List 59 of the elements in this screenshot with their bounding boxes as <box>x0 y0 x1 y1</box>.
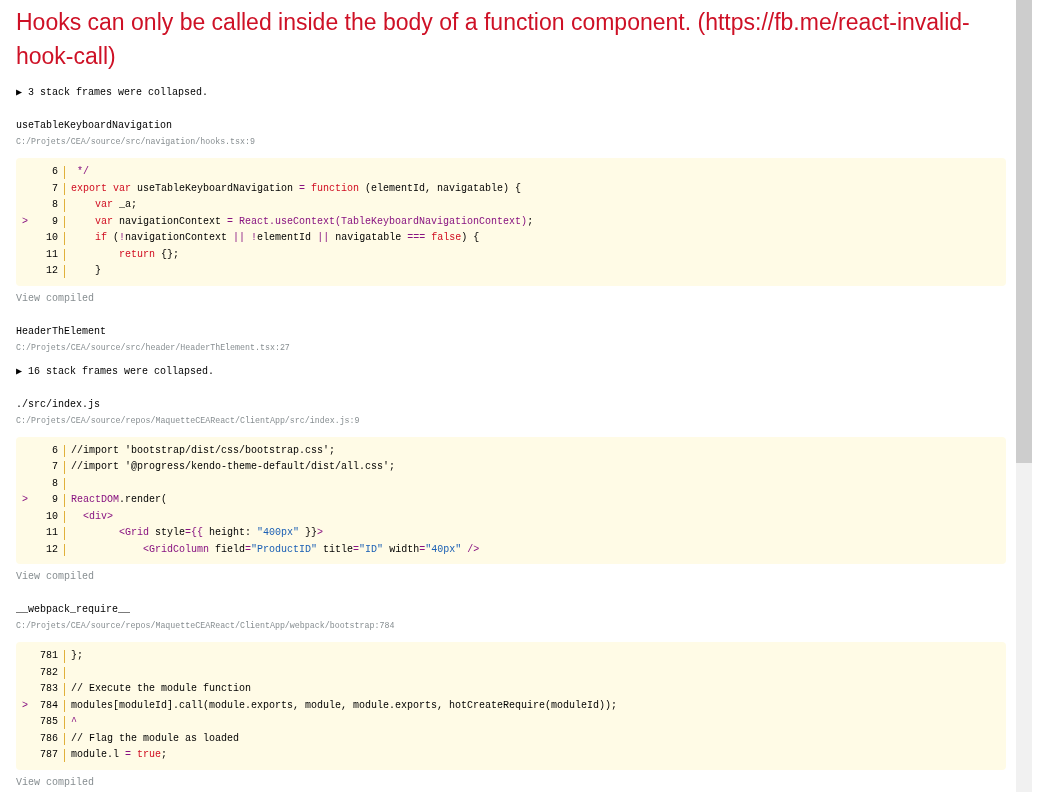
line-number: 6 <box>51 443 58 458</box>
code-line: // Execute the module function <box>71 682 252 696</box>
code-line: export var useTableKeyboardNavigation = function (elementId, navigatable) { <box>71 181 522 196</box>
code-line: if (!navigationContext || !elementId || navigatable === false) { <box>94 231 480 245</box>
line-marker: > <box>21 493 29 507</box>
line-number: 10 <box>45 231 58 245</box>
code-line: */ <box>76 165 89 179</box>
line-number: 11 <box>45 526 58 540</box>
code-line: <Grid style={{ height: "400px" }}> <box>118 526 324 540</box>
line-marker: > <box>21 214 29 229</box>
collapsed-frames-toggle[interactable]: ▶ 3 stack frames were collapsed. <box>16 85 209 101</box>
code-line: return {}; <box>118 247 180 262</box>
function-name: HeaderThElement <box>16 324 107 339</box>
code-line: ReactDOM.render( <box>71 493 168 507</box>
code-line: var navigationContext = React.useContext(TableKeyboardNavigationContext); <box>94 214 534 229</box>
code-line: //import 'bootstrap/dist/css/bootstrap.css'; <box>71 443 336 458</box>
line-number: 785 <box>39 715 58 729</box>
code-line: } <box>94 264 101 278</box>
line-number: 9 <box>51 214 58 229</box>
line-marker: > <box>21 698 29 713</box>
function-name: __webpack_require__ <box>16 603 132 617</box>
code-line: <div> <box>82 509 113 524</box>
line-number: 783 <box>39 682 58 696</box>
code-line: // Flag the module as loaded <box>71 731 240 746</box>
code-line: }; <box>71 649 83 663</box>
function-name: ./src/index.js <box>16 397 101 412</box>
line-number: 787 <box>39 748 58 762</box>
code-line: //import '@progress/kendo-theme-default/dist/all.css'; <box>71 460 396 474</box>
file-location: C:/Projets/CEA/source/src/header/HeaderThElement.tsx:27 <box>16 341 291 354</box>
line-number: 8 <box>51 476 58 491</box>
function-name: useTableKeyboardNavigation <box>16 119 174 133</box>
line-number: 8 <box>51 198 58 212</box>
view-compiled-link[interactable]: View compiled <box>16 569 94 585</box>
line-number: 12 <box>45 542 58 557</box>
scrollbar-thumb[interactable] <box>1016 0 1032 463</box>
line-number: 782 <box>39 665 58 680</box>
line-number: 7 <box>51 181 58 196</box>
line-number: 786 <box>39 731 58 746</box>
file-location: C:/Projets/CEA/source/src/navigation/hooks.tsx:9 <box>16 136 256 148</box>
collapsed-frames-toggle[interactable]: ▶ 16 stack frames were collapsed. <box>16 363 215 380</box>
code-line: modules[moduleId].call(module.exports, module, module.exports, hotCreateRequire(moduleId)); <box>71 698 618 713</box>
view-compiled-link[interactable]: View compiled <box>16 290 94 307</box>
code-line: module.l = true; <box>71 748 168 762</box>
file-location: C:/Projets/CEA/source/repos/MaquetteCEAReact/ClientApp/webpack/bootstrap:784 <box>16 620 396 632</box>
line-number: 9 <box>51 493 58 507</box>
code-line: <GridColumn field="ProductID" title="ID" width="40px" /> <box>142 542 480 557</box>
line-number: 784 <box>39 698 58 713</box>
line-number: 10 <box>45 509 58 524</box>
code-line: ^ <box>71 715 77 729</box>
scrollbar[interactable] <box>1016 0 1032 792</box>
line-number: 781 <box>39 649 58 663</box>
view-compiled-link[interactable]: View compiled <box>16 774 94 791</box>
line-number: 7 <box>51 460 58 474</box>
code-line: var _a; <box>94 198 138 212</box>
file-location: C:/Projets/CEA/source/repos/MaquetteCEAReact/ClientApp/src/index.js:9 <box>16 414 361 427</box>
line-number: 12 <box>45 264 58 278</box>
line-number: 6 <box>51 165 58 179</box>
error-message: Hooks can only be called inside the body of a function component. (https://fb.me/react-invalid-hook-call) <box>16 8 971 71</box>
line-number: 11 <box>45 247 58 262</box>
